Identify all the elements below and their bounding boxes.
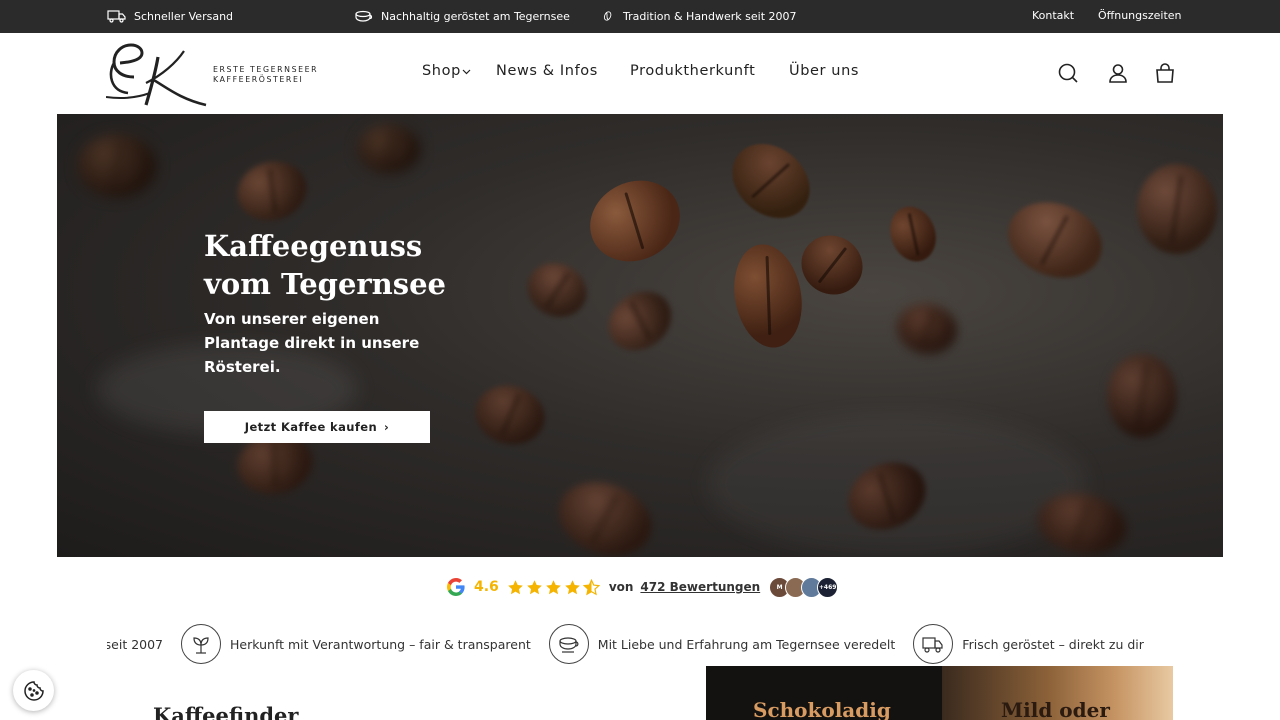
usp-marquee: Natürliche Röstkunst seit 2007 Herkunft … bbox=[107, 624, 1173, 664]
usp-icon-circle bbox=[181, 624, 222, 664]
nav-shop-label: Shop bbox=[422, 63, 461, 79]
coffee-bean-image bbox=[77, 134, 157, 198]
buy-coffee-label: Jetzt Kaffee kaufen bbox=[244, 420, 378, 434]
rating-von-text: von bbox=[608, 580, 634, 594]
account-button[interactable] bbox=[1107, 62, 1129, 84]
search-icon bbox=[1058, 63, 1078, 83]
cart-icon bbox=[1156, 63, 1174, 83]
hero-title-line-1: Kaffeegenuss bbox=[204, 229, 423, 263]
google-icon bbox=[447, 578, 465, 596]
coffee-bean-image bbox=[882, 200, 944, 268]
avatar-more-count: +469 bbox=[817, 576, 839, 598]
coffee-cup-icon bbox=[559, 637, 579, 653]
usp-item: Frisch geröstet – direkt zu dir bbox=[913, 624, 1144, 664]
contact-link[interactable]: Kontakt bbox=[1032, 9, 1074, 22]
coffee-bean-image bbox=[230, 153, 314, 229]
usp-item: Herkunft mit Verantwortung – fair & tran… bbox=[181, 624, 531, 664]
star-icon bbox=[508, 579, 523, 594]
sustainability-label: Nachhaltig geröstet am Tegernsee bbox=[381, 9, 570, 23]
usp-item: Mit Liebe und Erfahrung am Tegernsee ver… bbox=[548, 624, 896, 664]
coffee-bean-image bbox=[518, 253, 596, 327]
taste-promo-banner[interactable]: Schokoladig Mild oder bbox=[706, 666, 1173, 720]
hero-title-line-2: vom Tegernsee bbox=[204, 267, 446, 301]
coffee-finder-title: Kaffeefinder bbox=[153, 703, 299, 720]
usp-label: Mit Liebe und Erfahrung am Tegernsee ver… bbox=[597, 636, 896, 652]
rating-score: 4.6 bbox=[474, 579, 499, 595]
chevron-down-icon bbox=[462, 69, 471, 75]
chevron-right-icon: › bbox=[384, 420, 390, 434]
plant-icon bbox=[193, 637, 209, 654]
nav-about[interactable]: Über uns bbox=[789, 63, 859, 79]
hero-subtitle: Von unserer eigenen Plantage direkt in u… bbox=[204, 310, 420, 376]
buy-coffee-button[interactable]: Jetzt Kaffee kaufen › bbox=[204, 411, 430, 443]
hero-title: Kaffeegenuss vom Tegernsee bbox=[204, 227, 524, 303]
coffee-bean-image bbox=[893, 299, 961, 359]
shipping-info: Schneller Versand bbox=[107, 9, 233, 23]
usp-label: Herkunft mit Verantwortung – fair & tran… bbox=[230, 636, 531, 652]
usp-label: Natürliche Röstkunst seit 2007 bbox=[107, 636, 164, 652]
cart-button[interactable] bbox=[1154, 62, 1176, 84]
cookie-icon bbox=[23, 680, 44, 701]
coffee-bean-image bbox=[468, 377, 552, 453]
coffee-bean-image bbox=[357, 124, 421, 174]
nav-shop[interactable]: Shop bbox=[422, 63, 461, 79]
truck-icon bbox=[107, 10, 126, 23]
opening-hours-link[interactable]: Öffnungszeiten bbox=[1098, 9, 1182, 22]
cookie-settings-button[interactable] bbox=[13, 670, 54, 711]
nav-product-origin[interactable]: Produktherkunft bbox=[630, 63, 755, 79]
half-star-icon bbox=[582, 578, 600, 595]
star-icon bbox=[546, 579, 561, 594]
search-button[interactable] bbox=[1057, 62, 1079, 84]
star-icon bbox=[565, 579, 580, 594]
nav-news[interactable]: News & Infos bbox=[496, 63, 598, 79]
reviewer-avatars: M +469 bbox=[769, 576, 839, 598]
coffee-bean-image bbox=[790, 224, 874, 306]
coffee-bean-image bbox=[597, 279, 683, 363]
hero-banner: Kaffeegenuss vom Tegernsee Von unserer e… bbox=[57, 114, 1223, 557]
coffee-bean-icon bbox=[603, 11, 612, 21]
usp-item: Natürliche Röstkunst seit 2007 bbox=[107, 637, 163, 652]
account-icon bbox=[1109, 64, 1127, 83]
coffee-bean-image bbox=[997, 189, 1113, 291]
truck-icon bbox=[922, 637, 943, 653]
usp-icon-circle bbox=[913, 624, 954, 664]
coffee-bean-image bbox=[576, 166, 694, 276]
promo-right-text: Mild oder bbox=[1001, 698, 1110, 720]
site-header: ERSTE TEGERNSEER KAFFEERÖSTEREI Shop New… bbox=[0, 33, 1280, 114]
sustainability-info: Nachhaltig geröstet am Tegernsee bbox=[354, 9, 570, 23]
tradition-label: Tradition & Handwerk seit 2007 bbox=[623, 9, 797, 23]
logo-text: ERSTE TEGERNSEER KAFFEERÖSTEREI bbox=[213, 65, 318, 85]
logo-monogram bbox=[106, 43, 207, 107]
logo[interactable]: ERSTE TEGERNSEER KAFFEERÖSTEREI bbox=[106, 39, 321, 107]
announcement-bar: Schneller Versand Nachhaltig geröstet am… bbox=[0, 0, 1280, 33]
coffee-bean-image bbox=[547, 469, 663, 557]
logo-line-1: ERSTE TEGERNSEER bbox=[213, 65, 319, 74]
coffee-bean-image bbox=[1107, 354, 1177, 438]
coffee-cup-icon bbox=[355, 10, 373, 22]
promo-left-text: Schokoladig bbox=[753, 698, 891, 720]
coffee-bean-image bbox=[717, 128, 825, 234]
shipping-label: Schneller Versand bbox=[134, 9, 234, 23]
tradition-info: Tradition & Handwerk seit 2007 bbox=[601, 9, 797, 23]
reviews-link[interactable]: 472 Bewertungen bbox=[640, 580, 760, 594]
usp-icon-circle bbox=[548, 624, 589, 664]
google-rating: 4.6 von 472 Bewertungen M +469 bbox=[446, 576, 839, 598]
coffee-bean-image bbox=[726, 239, 810, 353]
logo-line-2: KAFFEERÖSTEREI bbox=[213, 75, 304, 84]
star-icon bbox=[527, 579, 542, 594]
usp-track: Natürliche Röstkunst seit 2007 Herkunft … bbox=[107, 624, 1162, 664]
star-rating bbox=[507, 578, 600, 596]
coffee-bean-image bbox=[1137, 164, 1217, 254]
usp-label: Frisch geröstet – direkt zu dir bbox=[962, 636, 1144, 652]
